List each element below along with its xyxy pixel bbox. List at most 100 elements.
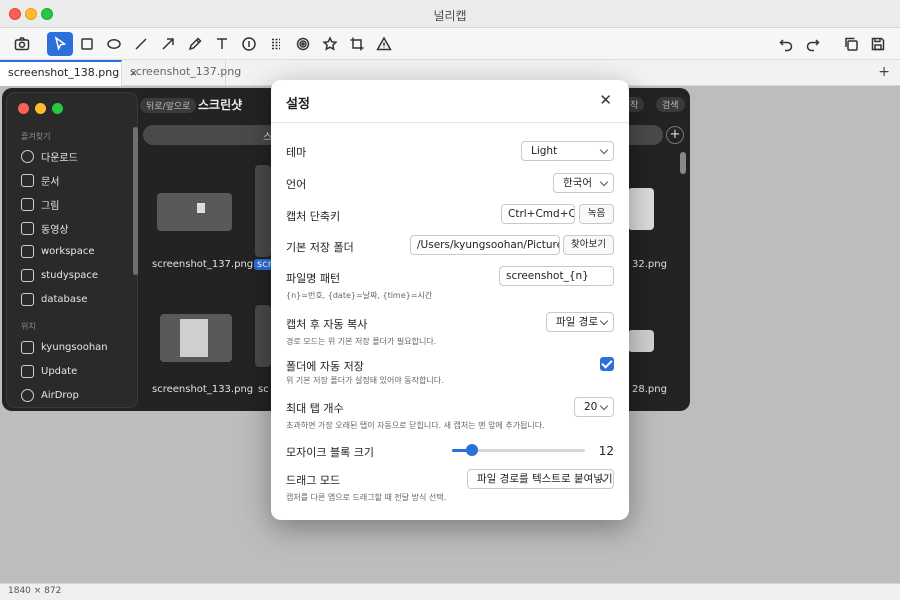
image-icon: [21, 198, 34, 211]
pointer-tool-button[interactable]: [47, 32, 73, 56]
arrow-tool-button[interactable]: [155, 32, 181, 56]
captured-location: AirDrop: [21, 389, 79, 402]
mosaic-slider[interactable]: [452, 444, 585, 456]
capture-button[interactable]: [9, 32, 35, 56]
camera-icon: [14, 37, 30, 51]
number-tool-button[interactable]: [236, 32, 262, 56]
captured-folder-title: 스크린샷: [198, 98, 243, 112]
captured-file-name: 28.png: [632, 384, 667, 395]
pen-tool-button[interactable]: [182, 32, 208, 56]
blur-tool-button[interactable]: [290, 32, 316, 56]
captured-favorite: 다운로드: [21, 149, 78, 164]
copy-button[interactable]: [838, 32, 864, 56]
toolbar: [0, 28, 900, 60]
captured-favorite-label: 문서: [41, 177, 60, 188]
captured-add-icon: +: [666, 126, 684, 144]
status-bar: 1840 × 872: [0, 583, 900, 600]
browse-folder-button[interactable]: 찾아보기: [563, 235, 614, 255]
star-tool-button[interactable]: [317, 32, 343, 56]
tab-screenshot-137[interactable]: screenshot_137.png: [122, 60, 241, 86]
captured-thumbnail: [628, 188, 654, 230]
autosave-checkbox[interactable]: [600, 357, 614, 371]
captured-file-name: 32.png: [632, 259, 667, 270]
tab-screenshot-138[interactable]: screenshot_138.png ×: [0, 60, 138, 86]
rectangle-icon: [81, 38, 93, 50]
mosaic-icon: [272, 38, 280, 50]
language-select[interactable]: 한국어: [553, 173, 614, 193]
captured-location-label: Update: [41, 366, 78, 377]
tab-label: screenshot_138.png: [8, 66, 120, 79]
blur-icon: [296, 37, 310, 51]
captured-close-dot: [18, 103, 29, 114]
folder-icon: [21, 269, 34, 282]
drag-mode-hint: 캡처를 다른 앱으로 드래그할 때 전달 방식 선택.: [286, 493, 447, 502]
autocopy-label: 캡처 후 자동 복사: [286, 318, 368, 331]
crop-tool-button[interactable]: [344, 32, 370, 56]
autosave-label: 폴더에 자동 저장: [286, 360, 364, 373]
theme-select[interactable]: Light: [521, 141, 614, 161]
captured-sidebar-scrollbar: [133, 127, 138, 275]
save-icon: [871, 37, 885, 51]
folder-label: 기본 저장 폴더: [286, 241, 354, 254]
folder-path-field[interactable]: /Users/kyungsoohan/Pictures/스: [410, 235, 560, 255]
captured-favorite: workspace: [21, 245, 95, 258]
captured-content-scrollbar: [680, 152, 686, 174]
maxtabs-hint: 초과하면 가장 오래된 탭이 자동으로 닫힙니다. 새 캡처는 맨 앞에 추가됩…: [286, 421, 545, 430]
language-label: 언어: [286, 178, 307, 191]
captured-minimize-dot: [35, 103, 46, 114]
video-icon: [21, 222, 34, 235]
warning-tool-button[interactable]: [371, 32, 397, 56]
redo-icon: [806, 39, 820, 52]
captured-location-label: kyungsoohan: [41, 342, 108, 353]
captured-favorite-label: database: [41, 294, 88, 305]
captured-thumbnail: [255, 305, 271, 367]
record-shortcut-button[interactable]: 녹음: [579, 204, 614, 224]
arrow-icon: [162, 38, 174, 50]
captured-file-name: sc: [258, 384, 269, 395]
captured-zoom-dot: [52, 103, 63, 114]
close-icon[interactable]: ✕: [599, 91, 612, 109]
redo-button[interactable]: [800, 32, 826, 56]
mosaic-tool-button[interactable]: [263, 32, 289, 56]
captured-location: kyungsoohan: [21, 341, 108, 354]
theme-label: 테마: [286, 146, 307, 159]
captured-favorite-label: studyspace: [41, 270, 99, 281]
filename-pattern-field[interactable]: screenshot_{n}: [499, 266, 614, 286]
ellipse-tool-button[interactable]: [101, 32, 127, 56]
copy-icon: [845, 37, 858, 51]
crop-icon: [350, 37, 364, 51]
drag-mode-select[interactable]: 파일 경로를 텍스트로 붙여넣기: [467, 469, 614, 489]
captured-location: Update: [21, 365, 77, 378]
save-button[interactable]: [865, 32, 891, 56]
captured-back-forward: 뒤로/앞으로: [140, 98, 197, 113]
captured-favorite-label: 다운로드: [41, 153, 78, 164]
captured-favorite: 그림: [21, 197, 59, 212]
captured-location-label: AirDrop: [41, 390, 79, 401]
maxtabs-select[interactable]: 20: [574, 397, 614, 417]
mosaic-slider-handle[interactable]: [465, 444, 478, 456]
captured-thumbnail: [255, 165, 271, 257]
title-bar: 널리캡: [0, 0, 900, 28]
shortcut-field[interactable]: Ctrl+Cmd+C: [501, 204, 575, 224]
document-icon: [21, 174, 34, 187]
captured-favorite: 문서: [21, 173, 59, 188]
autocopy-hint: 경로 모드는 위 기본 저장 폴더가 필요합니다.: [286, 337, 437, 346]
line-icon: [135, 38, 147, 50]
undo-button[interactable]: [773, 32, 799, 56]
add-tab-button[interactable]: +: [878, 64, 890, 80]
captured-locations-heading: 위치: [21, 322, 36, 331]
text-tool-button[interactable]: [209, 32, 235, 56]
captured-favorite-label: 그림: [41, 201, 60, 212]
captured-file-name: screenshot_133.png: [152, 384, 254, 395]
home-icon: [21, 341, 34, 354]
captured-file-name: screenshot_137.png: [152, 259, 254, 270]
drag-mode-label: 드래그 모드: [286, 474, 341, 487]
filename-label: 파일명 패턴: [286, 272, 341, 285]
pen-icon: [188, 37, 202, 51]
settings-dialog: 설정 ✕ 테마 Light 언어 한국어 캡처 단축키 Ctrl+Cmd+C 녹…: [271, 80, 629, 520]
text-icon: [217, 38, 227, 49]
autocopy-select[interactable]: 파일 경로: [546, 312, 614, 332]
line-tool-button[interactable]: [128, 32, 154, 56]
captured-favorite: 동영상: [21, 221, 69, 236]
rectangle-tool-button[interactable]: [74, 32, 100, 56]
